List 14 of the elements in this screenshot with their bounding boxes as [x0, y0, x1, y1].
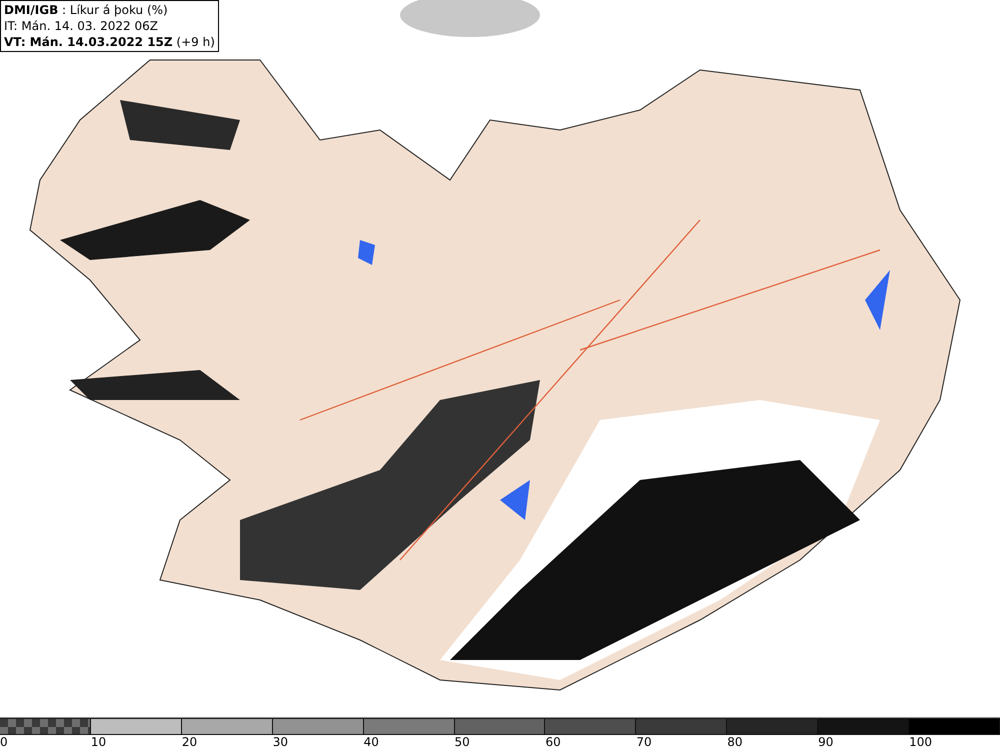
legend-label: 40 [364, 735, 379, 750]
legend-label: 60 [545, 735, 561, 750]
legend-label: 70 [636, 735, 652, 750]
legend-label: 80 [727, 735, 743, 750]
legend-label: 100 [909, 735, 932, 750]
header-line: DMI/IGB : Líkur á þoku (%) [4, 2, 169, 18]
legend-label: 10 [90, 735, 106, 750]
legend-label: 30 [272, 735, 288, 750]
legend-label: 20 [182, 735, 198, 750]
legend-label: 50 [454, 735, 470, 750]
header-line: IT: Mán. 14. 03. 2022 06Z [4, 18, 159, 34]
legend-label: 90 [818, 735, 834, 750]
header-line: VT: Mán. 14.03.2022 15Z (+9 h) [4, 34, 215, 50]
legend-label: 0 [0, 735, 8, 750]
